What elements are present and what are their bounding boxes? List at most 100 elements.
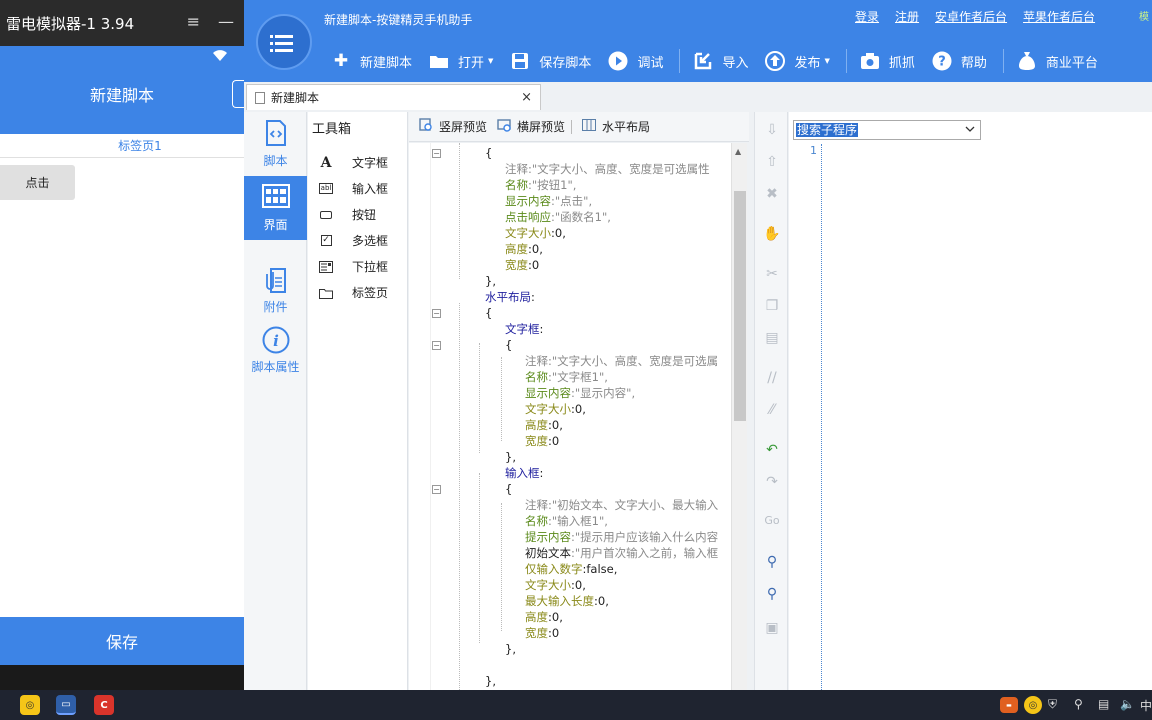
toolbox-item-text[interactable]: A 文字框 <box>318 154 388 171</box>
sub-editor[interactable]: 搜索子程序 1 <box>789 112 1152 690</box>
indent-guide <box>459 303 460 690</box>
code-line: 宽度:0 <box>525 626 560 640</box>
code-line: 提示内容:"提示用户应该输入什么内容 <box>525 530 719 544</box>
emulator-click-button[interactable]: 点击 <box>0 165 75 200</box>
toolbar-separator <box>679 49 681 73</box>
toolbox-item-input[interactable]: abl 输入框 <box>318 180 388 197</box>
toolbox-item-tabpage[interactable]: 标签页 <box>318 284 388 301</box>
emulator-tab-label[interactable]: 标签页1 <box>0 134 244 158</box>
find-icon[interactable]: ⚲ <box>763 554 781 570</box>
redo-icon[interactable]: ↷ <box>763 474 781 490</box>
portrait-preview-button[interactable]: 竖屏预览 <box>419 118 487 135</box>
chevron-down-icon[interactable] <box>965 125 975 135</box>
ide-top-bar: 新建脚本-按键精灵手机助手 登录 注册 安卓作者后台 苹果作者后台 模 ✚ 新建脚… <box>244 0 1152 82</box>
delete-icon[interactable]: ✖ <box>763 186 781 202</box>
bookmark-icon[interactable]: ▣ <box>763 620 781 636</box>
undo-icon[interactable]: ↶ <box>763 442 781 458</box>
fold-toggle-icon[interactable]: − <box>432 309 441 318</box>
nav-item-attachment[interactable]: 附件 <box>244 258 307 322</box>
login-link[interactable]: 登录 <box>855 8 879 25</box>
import-button[interactable]: 导入 <box>692 50 748 72</box>
code-line: 注释:"文字大小、高度、宽度是可选属性 <box>505 162 710 176</box>
code-line: 点击响应:"函数名1", <box>505 210 611 224</box>
business-platform-button[interactable]: 商业平台 <box>1016 50 1098 72</box>
emulator-window: 雷电模拟器-1 3.94 ≡ — 新建脚本 标签页1 点击 保存 <box>0 0 244 690</box>
indent-guide <box>459 143 460 279</box>
android-author-link[interactable]: 安卓作者后台 <box>935 8 1007 25</box>
chevron-down-icon[interactable]: ▼ <box>488 57 493 65</box>
cut-icon[interactable]: ✂ <box>763 266 781 282</box>
goto-icon[interactable]: Go <box>763 514 781 527</box>
editor-scrollbar[interactable]: ▲ <box>731 143 747 690</box>
left-nav: 脚本 界面 附件 i 脚本属性 <box>244 112 307 690</box>
debug-button[interactable]: 调试 <box>607 50 663 72</box>
code-line: }, <box>505 642 516 656</box>
open-button[interactable]: 打开 ▼ <box>428 50 493 72</box>
taskbar-app-ld-icon[interactable]: ◎ <box>20 695 40 715</box>
minimize-icon[interactable]: — <box>218 12 234 31</box>
landscape-preview-button[interactable]: 横屏预览 <box>497 118 573 135</box>
toolbar-separator <box>845 49 847 73</box>
toolbox-item-button[interactable]: 按钮 <box>318 206 376 223</box>
ios-author-link[interactable]: 苹果作者后台 <box>1023 8 1095 25</box>
toolbox-title: 工具箱 <box>312 122 352 137</box>
document-tab-label: 新建脚本 <box>271 91 320 105</box>
indent-guide <box>479 343 480 453</box>
tray-ld-icon[interactable]: ◎ <box>1024 696 1042 714</box>
nav-item-layout[interactable]: 界面 <box>244 176 307 240</box>
app-title: 新建脚本-按键精灵手机助手 <box>324 13 473 27</box>
new-script-button[interactable]: ✚ 新建脚本 <box>330 50 412 72</box>
fold-toggle-icon[interactable]: − <box>432 341 441 350</box>
help-button[interactable]: ? 帮助 <box>931 50 987 72</box>
tray-ime-indicator[interactable]: 中 <box>1140 697 1152 714</box>
emulator-app-header: 新建脚本 <box>0 46 244 134</box>
script-icon <box>265 119 287 152</box>
code-line: { <box>505 482 513 496</box>
scrollbar-thumb[interactable] <box>734 191 746 421</box>
code-line: 显示内容:"点击", <box>505 194 593 208</box>
code-line: 名称:"文字框1", <box>525 370 608 384</box>
fold-toggle-icon[interactable]: − <box>432 149 441 158</box>
capture-button[interactable]: 抓抓 <box>859 50 915 72</box>
fold-toggle-icon[interactable]: − <box>432 485 441 494</box>
paste-icon[interactable]: ▤ <box>763 330 781 346</box>
close-icon[interactable]: × <box>521 90 532 105</box>
tray-shield-icon[interactable]: ⛨ <box>1048 697 1057 712</box>
document-tab[interactable]: 新建脚本 × <box>246 84 541 110</box>
code-line: { <box>485 146 493 160</box>
uncomment-icon[interactable]: ⁄⁄ <box>763 402 781 418</box>
replace-icon[interactable]: ⚲ <box>763 586 781 602</box>
comment-icon[interactable]: // <box>763 370 781 386</box>
nav-item-script[interactable]: 脚本 <box>244 112 307 176</box>
copy-icon[interactable]: ❐ <box>763 298 781 314</box>
move-down-icon[interactable]: ⇩ <box>763 122 781 138</box>
hand-icon[interactable]: ✋ <box>763 226 781 242</box>
line-number: 1 <box>810 144 817 157</box>
code-editor[interactable]: {注释:"文字大小、高度、宽度是可选属性 名称:"按钮1", 显示内容:"点击", 点… <box>409 143 747 690</box>
tray-network-icon[interactable]: ▤ <box>1098 697 1109 711</box>
save-script-button[interactable]: 保存脚本 <box>509 50 591 72</box>
publish-button[interactable]: 发布 ▼ <box>764 50 830 72</box>
menu-icon[interactable]: ≡ <box>187 12 200 31</box>
taskbar-app-ide-icon[interactable]: ▭ <box>56 695 76 715</box>
more-link[interactable]: 模 <box>1139 8 1149 23</box>
app-logo-icon <box>256 14 312 70</box>
toolbox-item-checkbox[interactable]: ✓ 多选框 <box>318 232 388 249</box>
scroll-up-icon[interactable]: ▲ <box>735 147 741 156</box>
emulator-save-button[interactable]: 保存 <box>0 617 244 665</box>
code-line: { <box>485 306 493 320</box>
tray-volume-icon[interactable]: 🔈 <box>1120 697 1135 711</box>
chevron-down-icon[interactable]: ▼ <box>824 57 829 65</box>
move-up-icon[interactable]: ⇧ <box>763 154 781 170</box>
register-link[interactable]: 注册 <box>895 8 919 25</box>
horizontal-layout-button[interactable]: 水平布局 <box>582 118 650 135</box>
nav-item-properties[interactable]: i 脚本属性 <box>244 318 307 382</box>
tray-app-icon[interactable]: ▬ <box>1000 697 1018 713</box>
code-line: 高度:0, <box>525 610 563 624</box>
main-toolbar: ✚ 新建脚本 打开 ▼ 保存脚本 调试 导入 发布 ▼ 抓抓 ? 帮助 商业平台 <box>330 46 1114 76</box>
header-button-edge[interactable] <box>232 80 244 108</box>
tray-usb-icon[interactable]: ⚲ <box>1074 697 1083 711</box>
toolbox-item-dropdown[interactable]: 下拉框 <box>318 258 388 275</box>
taskbar-app-c-icon[interactable]: C <box>94 695 114 715</box>
subroutine-select[interactable]: 搜索子程序 <box>793 120 981 140</box>
